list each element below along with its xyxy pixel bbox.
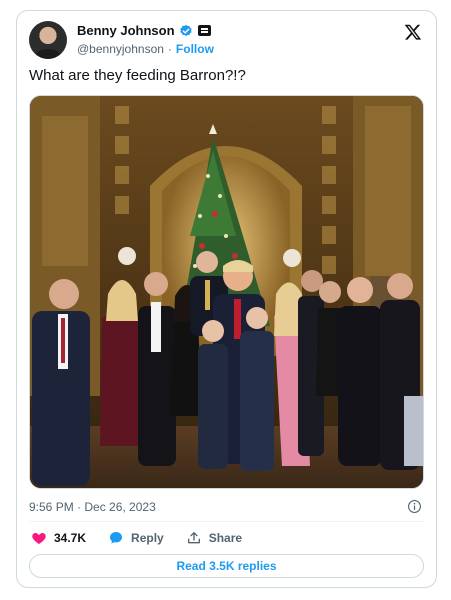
share-label: Share (208, 531, 243, 545)
x-logo-icon[interactable] (404, 23, 422, 41)
follow-button[interactable]: Follow (176, 42, 214, 56)
author-name[interactable]: Benny Johnson (77, 23, 175, 38)
tweet-photo[interactable] (29, 95, 424, 489)
separator-dot: · (167, 42, 172, 56)
tweet-card: Benny Johnson @bennyjohnson · Follow Wha… (16, 10, 437, 588)
tweet-actions: 34.7K Reply Share (31, 530, 264, 546)
author-avatar[interactable] (29, 21, 67, 59)
reply-button[interactable]: Reply (108, 530, 164, 546)
share-button[interactable]: Share (186, 530, 242, 546)
tweet-header: Benny Johnson @bennyjohnson · Follow (29, 21, 424, 61)
verified-badge-icon (179, 24, 192, 36)
tweet-text: What are they feeding Barron?!? (29, 67, 246, 84)
like-button[interactable]: 34.7K (31, 530, 86, 546)
family-christmas-photo (30, 96, 423, 488)
author-handle[interactable]: @bennyjohnson (77, 42, 164, 56)
author-handle-line: @bennyjohnson · Follow (77, 42, 214, 56)
author-name-line: Benny Johnson (77, 23, 211, 38)
divider (29, 521, 424, 522)
reply-label: Reply (131, 531, 164, 545)
tweet-timestamp[interactable]: 9:56 PM · Dec 26, 2023 (29, 500, 156, 514)
like-count: 34.7K (54, 531, 87, 545)
info-icon[interactable] (407, 499, 422, 514)
share-upload-icon (187, 532, 200, 544)
affiliate-badge-icon (197, 25, 211, 36)
heart-icon (32, 533, 46, 544)
reply-bubble-icon (110, 532, 123, 544)
read-replies-button[interactable]: Read 3.5K replies (29, 554, 424, 578)
